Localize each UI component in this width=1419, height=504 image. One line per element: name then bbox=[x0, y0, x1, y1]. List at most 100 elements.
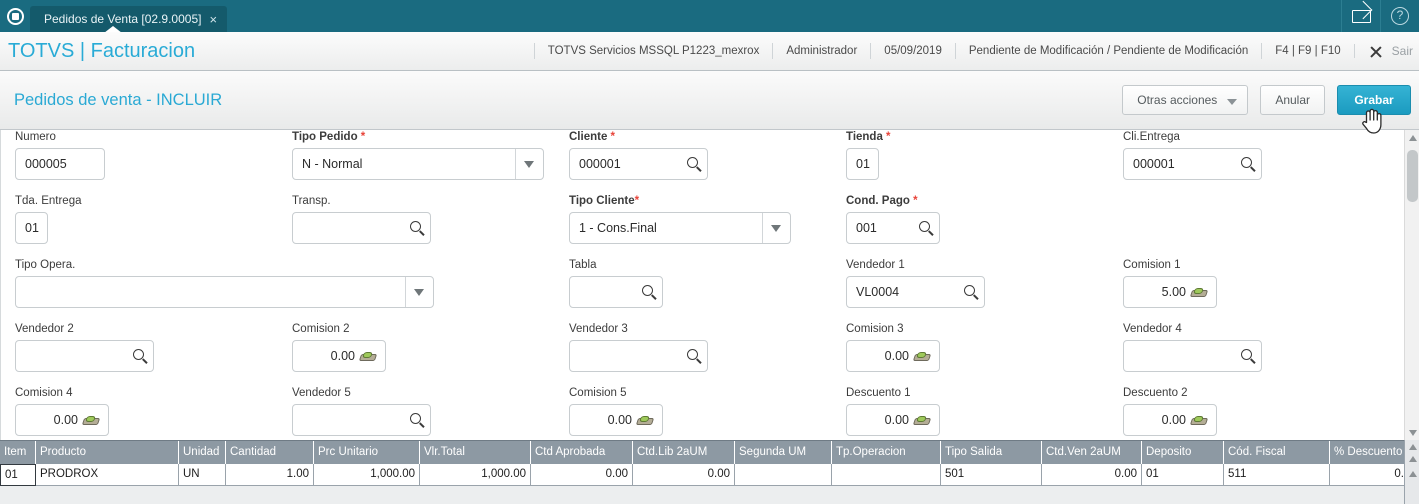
input-vendedor-2[interactable] bbox=[15, 340, 154, 372]
chevron-down-icon[interactable] bbox=[405, 277, 433, 307]
input-comision-5[interactable]: 0.00 bbox=[569, 404, 663, 436]
scroll-up-arrow-icon[interactable] bbox=[1405, 130, 1419, 145]
input-descuento-1[interactable]: 0.00 bbox=[846, 404, 940, 436]
grid-scroll-up-icon[interactable] bbox=[1407, 441, 1418, 452]
grid-cell[interactable]: 0.00 bbox=[1042, 464, 1142, 486]
grid-column-header[interactable]: Producto bbox=[36, 441, 179, 465]
grid-column-header[interactable]: Vlr.Total bbox=[420, 441, 531, 465]
money-icon[interactable] bbox=[1189, 287, 1209, 298]
input-vendedor-1[interactable]: VL0004 bbox=[846, 276, 985, 308]
input-vendedor-5[interactable] bbox=[292, 404, 431, 436]
grid-cell[interactable]: 501 bbox=[941, 464, 1042, 486]
money-icon[interactable] bbox=[81, 415, 101, 426]
window-tab-pedidos-de-venta[interactable]: Pedidos de Venta [02.9.0005] × bbox=[30, 6, 228, 32]
grid-cell[interactable]: 1,000.00 bbox=[420, 464, 531, 486]
search-icon[interactable] bbox=[964, 285, 975, 296]
order-form-panel: Numero 000005 Tipo Pedido * N - Normal Clien… bbox=[0, 130, 1419, 440]
cancel-button[interactable]: Anular bbox=[1260, 85, 1325, 115]
grid-cell[interactable]: 0. bbox=[1330, 464, 1409, 486]
money-icon[interactable] bbox=[1189, 415, 1209, 426]
input-comision-1[interactable]: 5.00 bbox=[1123, 276, 1217, 308]
grid-vertical-scrollbar[interactable] bbox=[1404, 440, 1419, 504]
mail-icon[interactable] bbox=[1341, 0, 1380, 32]
input-comision-2[interactable]: 0.00 bbox=[292, 340, 386, 372]
grid-column-header[interactable]: Unidad bbox=[179, 441, 226, 465]
search-icon[interactable] bbox=[919, 221, 930, 232]
exit-button[interactable]: Sair bbox=[1353, 44, 1419, 58]
input-tipo-pedido[interactable]: N - Normal bbox=[292, 148, 544, 180]
search-icon[interactable] bbox=[410, 221, 421, 232]
field-tabla: Tabla bbox=[569, 258, 663, 308]
input-vendedor-4[interactable] bbox=[1123, 340, 1262, 372]
input-tienda[interactable]: 01 bbox=[846, 148, 879, 180]
search-icon[interactable] bbox=[642, 285, 653, 296]
table-row[interactable]: 01 PRODROX UN 1.00 1,000.00 1,000.00 0.00 0.00 5… bbox=[0, 464, 1409, 486]
grid-column-header[interactable]: Cantidad bbox=[226, 441, 314, 465]
help-icon[interactable]: ? bbox=[1380, 0, 1419, 32]
input-vendedor-3[interactable] bbox=[569, 340, 708, 372]
search-icon[interactable] bbox=[1241, 157, 1252, 168]
input-cli-entrega[interactable]: 000001 bbox=[1123, 148, 1262, 180]
grid-scroll-page-up-icon[interactable] bbox=[1407, 453, 1418, 464]
field-label: Tipo Opera. bbox=[15, 259, 76, 271]
scrollbar-thumb[interactable] bbox=[1407, 150, 1418, 202]
input-value: 001 bbox=[856, 221, 877, 235]
chevron-down-icon[interactable] bbox=[762, 213, 790, 243]
grid-column-header[interactable]: Segunda UM bbox=[735, 441, 832, 465]
grid-column-header[interactable]: Tp.Operacion bbox=[832, 441, 941, 465]
money-icon[interactable] bbox=[635, 415, 655, 426]
grid-column-header[interactable]: Tipo Salida bbox=[941, 441, 1042, 465]
input-comision-3[interactable]: 0.00 bbox=[846, 340, 940, 372]
money-icon[interactable] bbox=[912, 351, 932, 362]
grid-cell[interactable]: 01 bbox=[0, 464, 36, 486]
scroll-down-arrow-icon[interactable] bbox=[1405, 425, 1419, 440]
page-title: Pedidos de venta - INCLUIR bbox=[14, 90, 223, 109]
grid-column-header[interactable]: Prc Unitario bbox=[314, 441, 420, 465]
grid-cell[interactable]: PRODROX bbox=[36, 464, 179, 486]
search-icon[interactable] bbox=[687, 157, 698, 168]
input-transp[interactable] bbox=[292, 212, 431, 244]
exit-label: Sair bbox=[1391, 44, 1413, 58]
grid-cell[interactable]: 0.00 bbox=[531, 464, 633, 486]
chevron-down-icon[interactable] bbox=[515, 149, 543, 179]
grid-column-header[interactable]: Deposito bbox=[1142, 441, 1224, 465]
money-icon[interactable] bbox=[358, 351, 378, 362]
grid-cell[interactable]: UN bbox=[179, 464, 226, 486]
search-icon[interactable] bbox=[410, 413, 421, 424]
grid-cell[interactable] bbox=[832, 464, 941, 486]
other-actions-button[interactable]: Otras acciones bbox=[1122, 85, 1249, 115]
grid-cell[interactable]: 511 bbox=[1224, 464, 1330, 486]
input-tipo-opera[interactable] bbox=[15, 276, 434, 308]
input-tabla[interactable] bbox=[569, 276, 663, 308]
grid-cell[interactable]: 0.00 bbox=[633, 464, 735, 486]
close-icon[interactable]: × bbox=[209, 13, 217, 26]
grid-cell[interactable] bbox=[735, 464, 832, 486]
input-tda-entrega[interactable]: 01 bbox=[15, 212, 48, 244]
grid-column-header[interactable]: Ctd.Ven 2aUM bbox=[1042, 441, 1142, 465]
grid-column-header[interactable]: Ctd Aprobada bbox=[531, 441, 633, 465]
totvs-logo-icon[interactable] bbox=[0, 0, 30, 32]
input-descuento-2[interactable]: 0.00 bbox=[1123, 404, 1217, 436]
search-icon[interactable] bbox=[133, 349, 144, 360]
field-tda-entrega: Tda. Entrega 01 bbox=[15, 194, 81, 244]
grid-column-header[interactable]: Item bbox=[0, 441, 36, 465]
field-label: Transp. bbox=[292, 195, 331, 207]
search-icon[interactable] bbox=[687, 349, 698, 360]
grid-cell[interactable]: 1,000.00 bbox=[314, 464, 420, 486]
search-icon[interactable] bbox=[1241, 349, 1252, 360]
grid-cell[interactable]: 1.00 bbox=[226, 464, 314, 486]
money-icon[interactable] bbox=[912, 415, 932, 426]
form-vertical-scrollbar[interactable] bbox=[1404, 130, 1419, 440]
save-button[interactable]: Grabar bbox=[1337, 85, 1411, 115]
grid-column-header[interactable]: % Descuento bbox=[1330, 441, 1409, 465]
grid-column-header[interactable]: Ctd.Lib 2aUM bbox=[633, 441, 735, 465]
input-numero[interactable]: 000005 bbox=[15, 148, 105, 180]
grid-column-header[interactable]: Cód. Fiscal bbox=[1224, 441, 1330, 465]
input-comision-4[interactable]: 0.00 bbox=[15, 404, 109, 436]
input-tipo-cliente[interactable]: 1 - Cons.Final bbox=[569, 212, 791, 244]
grid-scroll-step-up-icon[interactable] bbox=[1407, 468, 1418, 479]
input-cliente[interactable]: 000001 bbox=[569, 148, 708, 180]
input-cond-pago[interactable]: 001 bbox=[846, 212, 940, 244]
form-row: Vendedor 2 Comision 2 0.00 Vendedor 3 Comisi… bbox=[1, 322, 1405, 386]
grid-cell[interactable]: 01 bbox=[1142, 464, 1224, 486]
